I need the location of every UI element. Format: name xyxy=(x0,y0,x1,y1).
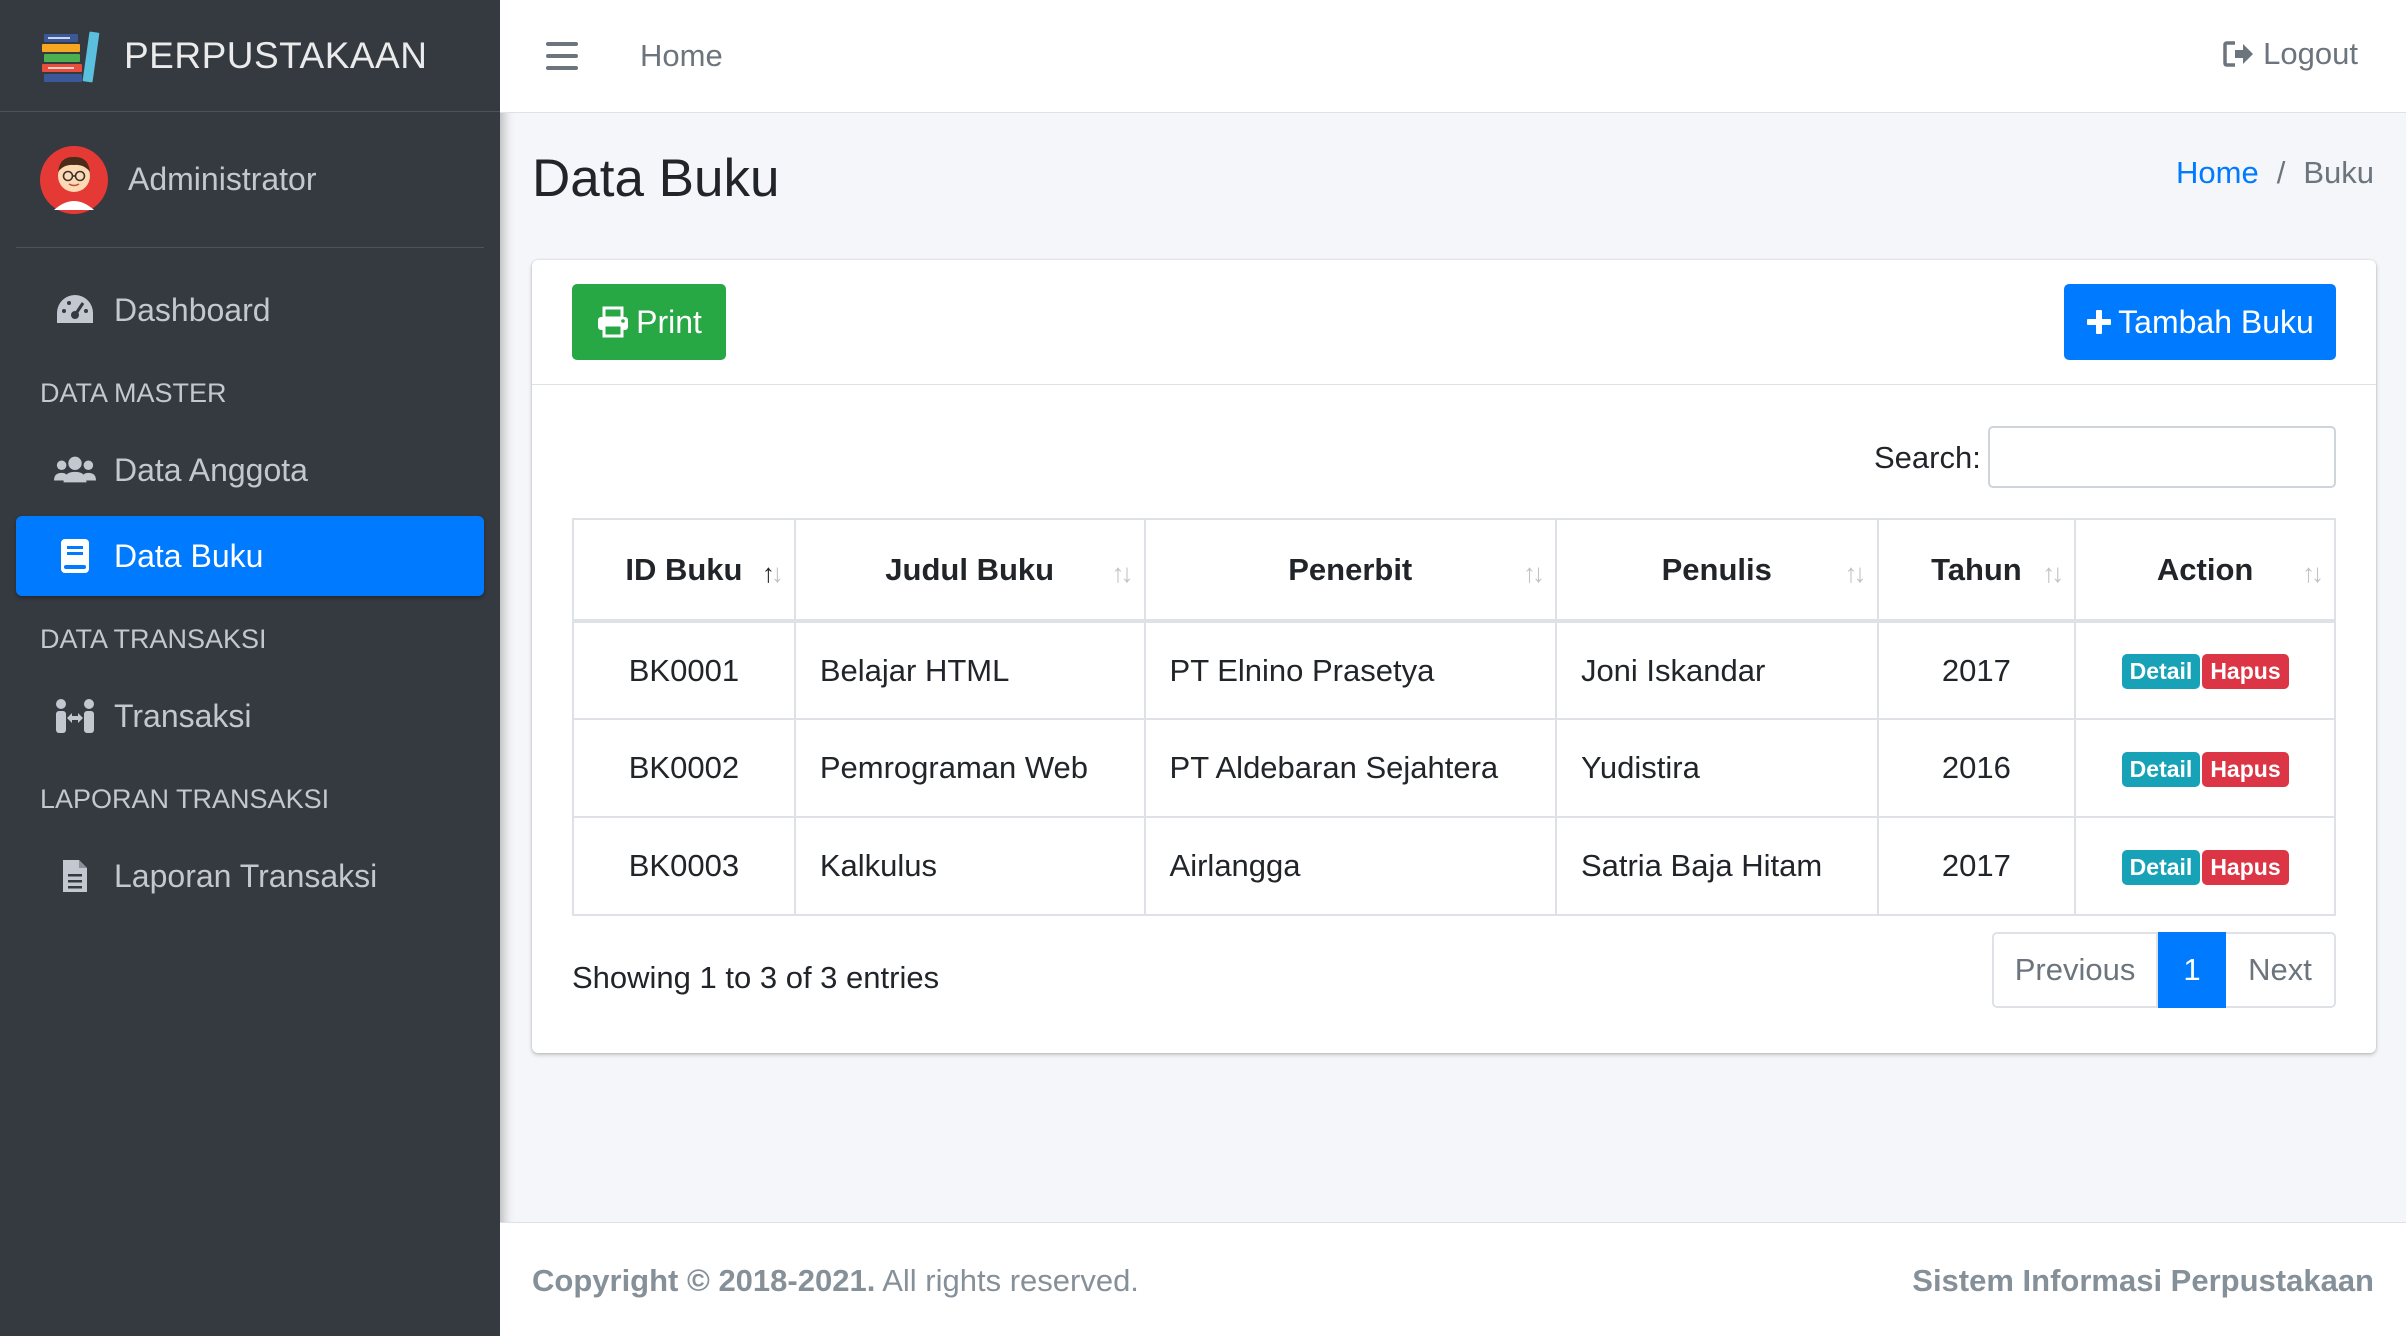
user-avatar-icon[interactable] xyxy=(40,145,108,214)
search-label: Search: xyxy=(1874,440,1981,475)
sort-icon: ↑↓ xyxy=(1522,558,1545,588)
cell-judul-buku: Kalkulus xyxy=(793,816,1146,916)
sidebar-header-laporan-transaksi: LAPORAN TRANSAKSI xyxy=(40,783,330,814)
file-icon xyxy=(54,858,96,894)
sidebar-header-data-transaksi: DATA TRANSAKSI xyxy=(40,623,267,654)
cell-penulis: Joni Iskandar xyxy=(1554,620,1879,720)
table-header-row: ID Buku ↑↓ Judul Buku ↑↓ Penerbit ↑↓ Penuli… xyxy=(572,518,2336,623)
cell-action: Detail Hapus xyxy=(2074,816,2336,916)
sort-icon: ↑↓ xyxy=(2042,558,2064,588)
column-header-action[interactable]: Action ↑↓ xyxy=(2074,518,2336,623)
sort-ascending-icon: ↑↓ xyxy=(761,558,784,588)
books-table: ID Buku ↑↓ Judul Buku ↑↓ Penerbit ↑↓ Penuli… xyxy=(572,518,2336,916)
cell-penerbit: PT Elnino Prasetya xyxy=(1143,620,1557,720)
cell-action: Detail Hapus xyxy=(2074,620,2336,720)
dashboard-gauge-icon xyxy=(54,292,96,328)
breadcrumb-separator: / xyxy=(2276,155,2286,190)
sort-icon: ↑↓ xyxy=(2302,558,2324,588)
search-input[interactable] xyxy=(1988,426,2336,488)
add-book-label: Tambah Buku xyxy=(2118,303,2314,340)
column-header-tahun[interactable]: Tahun ↑↓ xyxy=(1876,518,2077,623)
pagination: Previous 1 Next xyxy=(1992,932,2336,1008)
cell-tahun: 2016 xyxy=(1876,718,2077,818)
people-arrows-icon xyxy=(54,698,96,734)
add-book-button[interactable]: Tambah Buku xyxy=(2064,284,2336,360)
book-icon xyxy=(54,538,96,574)
column-header-judul-buku[interactable]: Judul Buku ↑↓ xyxy=(793,518,1146,623)
plus-icon xyxy=(2087,310,2112,334)
column-header-id-buku[interactable]: ID Buku ↑↓ xyxy=(572,518,796,623)
sidebar-item-transaksi[interactable]: Transaksi xyxy=(16,676,484,756)
cell-judul-buku: Pemrograman Web xyxy=(793,718,1146,818)
cell-tahun: 2017 xyxy=(1876,816,2077,916)
brand-link[interactable]: PERPUSTAKAAN xyxy=(0,0,500,112)
sign-out-icon xyxy=(2223,41,2254,67)
sidebar-item-label: Laporan Transaksi xyxy=(114,857,378,894)
cell-penerbit: Airlangga xyxy=(1143,816,1557,916)
sidebar-header-data-master: DATA MASTER xyxy=(40,377,227,408)
cell-tahun: 2017 xyxy=(1876,620,2077,720)
sidebar: PERPUSTAKAAN Administrator Dashboard DAT… xyxy=(0,0,500,1336)
table-row: BK0002 Pemrograman Web PT Aldebaran Seja… xyxy=(572,718,2336,818)
brand-name: PERPUSTAKAAN xyxy=(124,34,428,76)
sort-icon: ↑↓ xyxy=(1844,558,1867,588)
table-row: BK0003 Kalkulus Airlangga Satria Baja Hi… xyxy=(572,816,2336,916)
detail-button[interactable]: Detail xyxy=(2121,654,2201,690)
user-name[interactable]: Administrator xyxy=(128,161,317,198)
print-label: Print xyxy=(636,303,702,340)
cell-penerbit: PT Aldebaran Sejahtera xyxy=(1143,718,1557,818)
hamburger-menu-icon[interactable] xyxy=(546,42,578,70)
sidebar-item-label: Data Anggota xyxy=(114,451,308,488)
delete-button[interactable]: Hapus xyxy=(2202,751,2289,787)
pagination-page-1[interactable]: 1 xyxy=(2158,932,2226,1008)
breadcrumb-current: Buku xyxy=(2303,155,2374,190)
table-info-text: Showing 1 to 3 of 3 entries xyxy=(572,960,940,995)
cell-judul-buku: Belajar HTML xyxy=(793,620,1146,720)
cell-id-buku: BK0001 xyxy=(572,620,796,720)
sidebar-item-data-buku[interactable]: Data Buku xyxy=(16,516,484,596)
detail-button[interactable]: Detail xyxy=(2121,751,2201,787)
cell-penulis: Satria Baja Hitam xyxy=(1554,816,1879,916)
footer: Copyright © 2018-2021. All rights reserv… xyxy=(500,1222,2406,1336)
breadcrumb-home-link[interactable]: Home xyxy=(2176,155,2259,191)
detail-button[interactable]: Detail xyxy=(2121,849,2201,885)
library-books-logo-icon xyxy=(42,31,100,82)
users-icon xyxy=(54,452,96,488)
sidebar-item-label: Dashboard xyxy=(114,291,271,328)
footer-app-name: Sistem Informasi Perpustakaan xyxy=(1912,1263,2374,1298)
page-title: Data Buku xyxy=(532,149,780,208)
sidebar-item-laporan-transaksi[interactable]: Laporan Transaksi xyxy=(16,836,484,916)
breadcrumb: Home / Buku xyxy=(2176,155,2374,191)
sidebar-item-dashboard[interactable]: Dashboard xyxy=(16,270,484,350)
top-navbar: Home Logout xyxy=(500,0,2406,113)
delete-button[interactable]: Hapus xyxy=(2202,654,2289,690)
logout-link[interactable]: Logout xyxy=(2223,36,2358,72)
sidebar-item-label: Data Buku xyxy=(114,537,264,574)
user-panel: Administrator xyxy=(16,112,484,248)
print-button[interactable]: Print xyxy=(572,284,726,360)
delete-button[interactable]: Hapus xyxy=(2202,849,2289,885)
top-nav-home-link[interactable]: Home xyxy=(640,38,723,74)
sidebar-item-label: Transaksi xyxy=(114,697,252,734)
books-card: Print Tambah Buku Search: ID Buku ↑↓ Judu… xyxy=(532,260,2376,1053)
cell-action: Detail Hapus xyxy=(2074,718,2336,818)
pagination-previous-button[interactable]: Previous xyxy=(1992,932,2158,1008)
cell-id-buku: BK0002 xyxy=(572,718,796,818)
card-header: Print Tambah Buku xyxy=(532,260,2376,385)
sidebar-item-data-anggota[interactable]: Data Anggota xyxy=(16,430,484,510)
cell-id-buku: BK0003 xyxy=(572,816,796,916)
printer-icon xyxy=(598,306,629,338)
cell-penulis: Yudistira xyxy=(1554,718,1879,818)
pagination-next-button[interactable]: Next xyxy=(2226,932,2336,1008)
sort-icon: ↑↓ xyxy=(1111,558,1134,588)
column-header-penulis[interactable]: Penulis ↑↓ xyxy=(1554,518,1879,623)
column-header-penerbit[interactable]: Penerbit ↑↓ xyxy=(1143,518,1557,623)
footer-copyright: Copyright © 2018-2021. All rights reserv… xyxy=(532,1263,1139,1298)
sidebar-nav: Dashboard DATA MASTER Data Anggota Data … xyxy=(0,248,500,916)
table-row: BK0001 Belajar HTML PT Elnino Prasetya J… xyxy=(572,620,2336,720)
logout-label: Logout xyxy=(2263,36,2358,71)
